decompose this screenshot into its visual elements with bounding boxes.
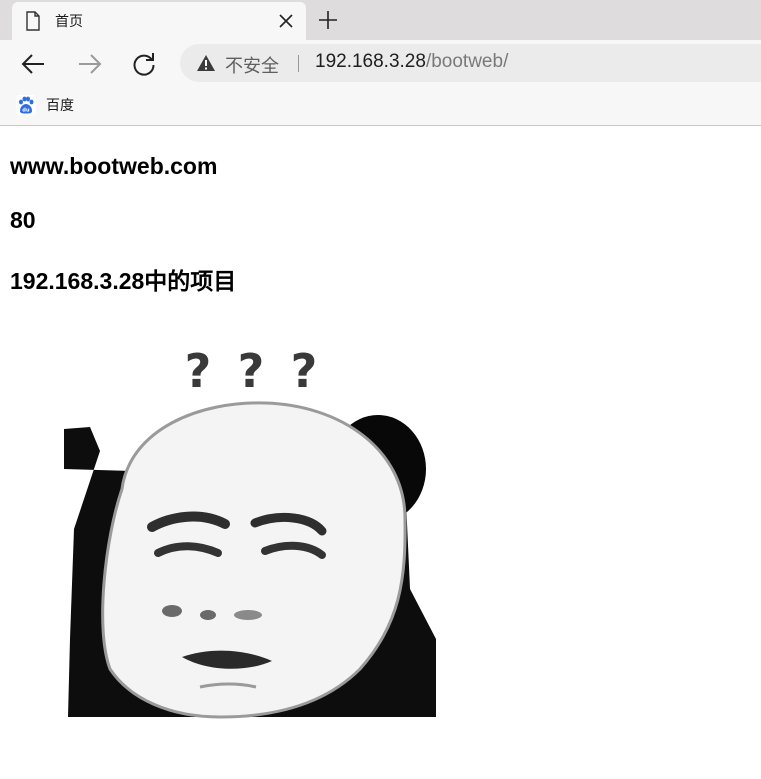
question-mark: ? bbox=[185, 344, 212, 398]
svg-text:du: du bbox=[22, 108, 30, 114]
question-mark: ? bbox=[291, 344, 318, 398]
tab-title: 首页 bbox=[55, 14, 83, 30]
arrow-right-icon[interactable] bbox=[75, 50, 103, 78]
url-host: 192.168.3.28 bbox=[315, 51, 426, 72]
bookmark-baidu[interactable]: du 百度 bbox=[16, 92, 74, 118]
site-name-heading: www.bootweb.com bbox=[10, 153, 218, 179]
tab-strip: 首页 bbox=[0, 0, 761, 40]
plus-icon[interactable] bbox=[316, 8, 340, 32]
page-content: www.bootweb.com 80 192.168.3.28中的项目 ? ? … bbox=[0, 127, 761, 779]
reload-icon[interactable] bbox=[130, 50, 158, 78]
bookmarks-bar: du 百度 bbox=[0, 86, 761, 126]
bookmark-label: 百度 bbox=[46, 98, 74, 114]
project-heading: 192.168.3.28中的项目 bbox=[10, 268, 237, 294]
baidu-paw-icon: du bbox=[16, 95, 36, 115]
security-label[interactable]: 不安全 bbox=[225, 52, 279, 78]
close-icon[interactable] bbox=[274, 9, 298, 33]
url-text[interactable]: 192.168.3.28/bootweb/ bbox=[315, 51, 508, 73]
question-mark: ? bbox=[238, 344, 265, 398]
port-heading: 80 bbox=[10, 207, 36, 233]
warning-triangle-icon[interactable] bbox=[196, 54, 216, 72]
address-bar[interactable]: 不安全 192.168.3.28/bootweb/ bbox=[180, 44, 761, 82]
arrow-left-icon[interactable] bbox=[20, 50, 48, 78]
address-separator bbox=[298, 55, 299, 72]
document-icon bbox=[26, 11, 40, 31]
browser-toolbar: 不安全 192.168.3.28/bootweb/ bbox=[0, 40, 761, 86]
panda-meme-image: ? ? ? bbox=[64, 344, 436, 719]
url-path: /bootweb/ bbox=[425, 51, 509, 72]
browser-tab[interactable]: 首页 bbox=[12, 2, 306, 40]
